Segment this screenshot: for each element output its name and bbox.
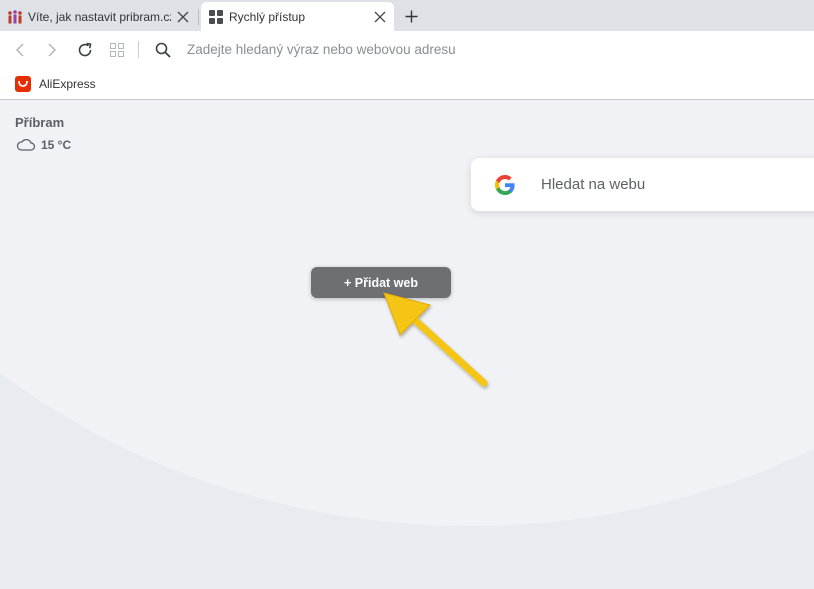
new-tab-button[interactable] — [400, 5, 422, 27]
search-button[interactable] — [153, 40, 173, 60]
speed-dial-button[interactable] — [107, 40, 127, 60]
plus-icon — [405, 10, 417, 22]
search-icon — [155, 42, 171, 58]
tab-title: Víte, jak nastavit pribram.cz — [28, 9, 171, 24]
back-button[interactable] — [10, 40, 30, 60]
people-favicon-icon — [7, 9, 23, 25]
tab-strip: Víte, jak nastavit pribram.cz Rychlý pří… — [0, 0, 814, 31]
tab-divider — [198, 9, 199, 25]
close-tab-icon[interactable] — [372, 9, 388, 25]
arrow-left-icon — [15, 43, 24, 57]
forward-button[interactable] — [42, 40, 62, 60]
speed-dial-page: Příbram 15 °C Hledat na webu + Přidat we… — [0, 101, 814, 589]
reload-button[interactable] — [75, 40, 95, 60]
address-bar-input[interactable]: Zadejte hledaný výraz nebo webovou adres… — [187, 42, 456, 57]
reload-icon — [78, 42, 92, 57]
aliexpress-icon — [15, 76, 31, 92]
pointer-arrow-icon — [383, 292, 488, 387]
tab-title: Rychlý přístup — [229, 9, 306, 24]
google-icon — [495, 175, 515, 195]
speed-dial-grid-icon — [208, 9, 224, 25]
web-search-box[interactable]: Hledat na webu — [471, 158, 814, 211]
bookmark-aliexpress[interactable]: AliExpress — [15, 75, 96, 93]
close-tab-icon[interactable] — [175, 9, 191, 25]
arrow-right-icon — [48, 43, 57, 57]
tab-speed-dial[interactable]: Rychlý přístup — [201, 2, 394, 31]
toolbar-divider — [138, 41, 139, 58]
bookmark-label: AliExpress — [39, 77, 96, 91]
bookmarks-bar: AliExpress — [0, 69, 814, 100]
cloud-icon — [16, 138, 36, 151]
toolbar: Zadejte hledaný výraz nebo webovou adres… — [0, 31, 814, 69]
tab-pribram[interactable]: Víte, jak nastavit pribram.cz — [0, 2, 197, 31]
weather-temperature: 15 °C — [41, 138, 72, 152]
weather-city: Příbram — [15, 115, 65, 130]
search-placeholder: Hledat na webu — [541, 176, 646, 193]
grid-icon — [110, 43, 124, 57]
weather-widget: 15 °C — [16, 138, 71, 152]
